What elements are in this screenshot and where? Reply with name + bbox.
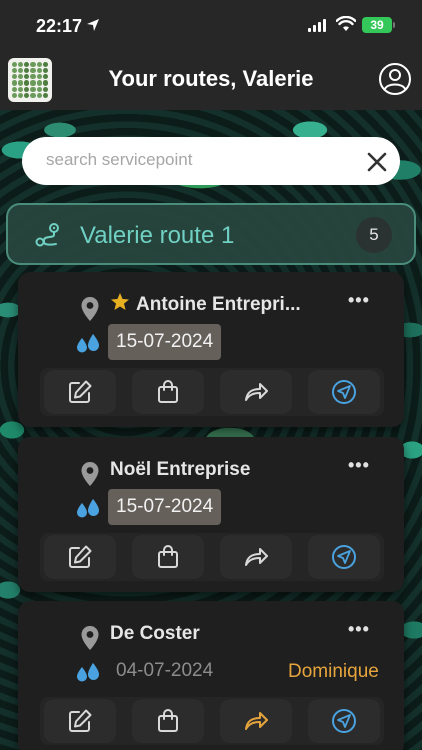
navigate-button[interactable]	[308, 535, 380, 579]
status-bar: 22:17 39	[0, 0, 422, 50]
wifi-icon	[336, 16, 356, 31]
edit-icon	[69, 545, 92, 568]
edit-button[interactable]	[44, 370, 116, 414]
action-bar	[40, 368, 384, 416]
stop-name: De Coster	[110, 623, 200, 644]
stop-date: 04-07-2024	[116, 660, 214, 681]
bag-button[interactable]	[132, 535, 204, 579]
water-drop-icon	[77, 334, 99, 353]
bag-icon	[158, 380, 178, 403]
map-pin-icon	[81, 626, 99, 650]
navigate-icon	[332, 545, 356, 569]
stop-card[interactable]: Antoine Entrepri... ••• 15-07-2024	[18, 272, 404, 427]
stop-name: Antoine Entrepri...	[136, 294, 301, 315]
close-icon[interactable]	[366, 151, 388, 173]
forward-button[interactable]	[220, 699, 292, 743]
cellular-signal-icon	[308, 19, 326, 32]
app-header: Your routes, Valerie	[0, 50, 422, 110]
water-drop-icon	[77, 663, 99, 682]
forward-button[interactable]	[220, 370, 292, 414]
page-title: Your routes, Valerie	[108, 66, 314, 91]
battery-indicator: 39	[362, 17, 392, 33]
stop-date: 15-07-2024	[108, 489, 222, 525]
forward-icon	[245, 712, 268, 730]
route-name: Valerie route 1	[80, 222, 235, 249]
action-bar	[40, 697, 384, 745]
route-header[interactable]: Valerie route 1 5	[6, 203, 416, 265]
bag-icon	[158, 709, 178, 732]
map-pin-icon	[81, 297, 99, 321]
navigate-icon	[332, 380, 356, 404]
edit-button[interactable]	[44, 535, 116, 579]
forward-icon	[245, 548, 268, 566]
water-drop-icon	[77, 499, 99, 518]
search-input[interactable]	[46, 145, 346, 175]
assignee-name: Dominique	[288, 661, 379, 682]
profile-icon[interactable]	[378, 62, 412, 96]
status-time: 22:17	[36, 16, 83, 36]
edit-button[interactable]	[44, 699, 116, 743]
more-options-icon[interactable]: •••	[348, 290, 370, 311]
bag-icon	[158, 545, 178, 568]
route-stop-count: 5	[356, 217, 392, 253]
map-pin-icon	[81, 462, 99, 486]
star-icon[interactable]	[110, 292, 130, 312]
navigate-icon	[332, 709, 356, 733]
route-icon	[35, 223, 59, 247]
search-bar	[22, 137, 400, 185]
location-arrow-icon	[87, 19, 99, 31]
forward-icon	[245, 383, 268, 401]
action-bar	[40, 533, 384, 581]
navigate-button[interactable]	[308, 370, 380, 414]
edit-icon	[69, 709, 92, 732]
stop-name: Noël Entreprise	[110, 459, 251, 480]
more-options-icon[interactable]: •••	[348, 619, 370, 640]
stop-card[interactable]: Noël Entreprise ••• 15-07-2024	[18, 437, 404, 592]
bag-button[interactable]	[132, 370, 204, 414]
bag-button[interactable]	[132, 699, 204, 743]
battery-tip	[393, 22, 395, 28]
navigate-button[interactable]	[308, 699, 380, 743]
edit-icon	[69, 380, 92, 403]
stop-date: 15-07-2024	[108, 324, 222, 360]
stop-card[interactable]: De Coster ••• 04-07-2024 Dominique	[18, 601, 404, 750]
more-options-icon[interactable]: •••	[348, 455, 370, 476]
forward-button[interactable]	[220, 535, 292, 579]
